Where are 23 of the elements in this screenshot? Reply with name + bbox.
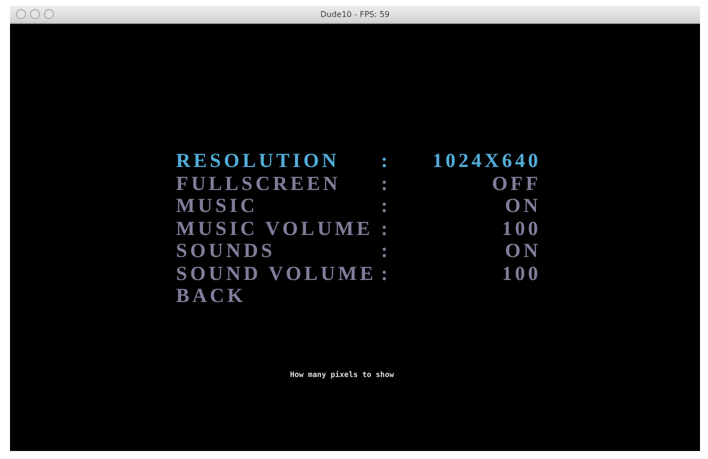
menu-item[interactable]: SOUNDS: [176, 240, 276, 262]
separator: :: [381, 150, 391, 172]
separator: :: [381, 240, 391, 262]
setting-value: 100: [502, 262, 541, 285]
separator: :: [381, 218, 391, 240]
menu-item[interactable]: MUSIC: [176, 195, 258, 218]
menu-item[interactable]: BACK: [176, 285, 246, 308]
separator: :: [381, 172, 391, 195]
setting-value: OFF: [492, 172, 541, 195]
setting-value: ON: [505, 195, 541, 218]
zoom-icon[interactable]: [44, 9, 54, 19]
separator: :: [381, 262, 391, 285]
menu-item[interactable]: FULLSCREEN: [176, 172, 340, 195]
setting-value: 100: [502, 218, 541, 240]
close-icon[interactable]: [16, 9, 26, 19]
minimize-icon[interactable]: [30, 9, 40, 19]
separator: :: [381, 195, 391, 218]
menu-item[interactable]: SOUND VOLUME: [176, 262, 376, 285]
setting-value: 1024X640: [432, 150, 541, 172]
menu-item[interactable]: MUSIC VOLUME: [176, 218, 373, 240]
menu-item[interactable]: RESOLUTION: [176, 150, 340, 172]
window-title: Dude10 - FPS: 59: [320, 10, 390, 19]
setting-value: ON: [505, 240, 541, 262]
